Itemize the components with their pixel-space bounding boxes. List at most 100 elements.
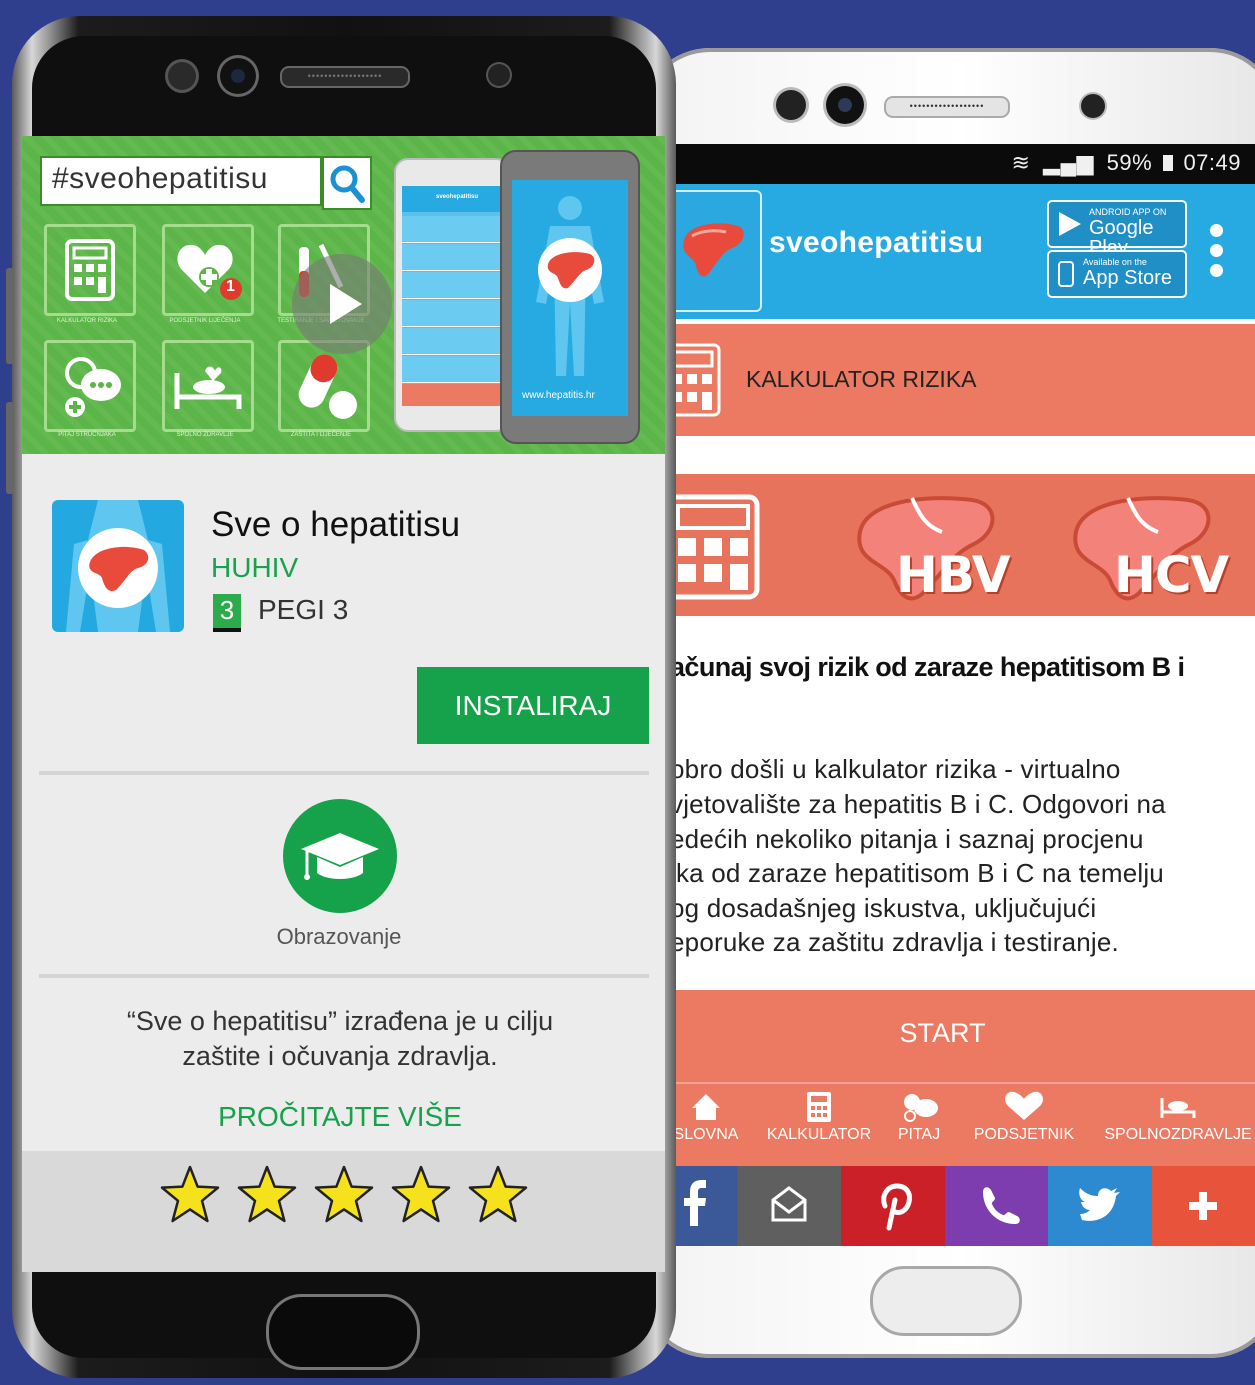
nav-item-spolnozdravlje[interactable]: SPOLNOZDRAVLJE <box>1094 1084 1255 1144</box>
mini-menu-row <box>402 244 502 271</box>
right-phone-screen: ≋ ▂▄▆ 59% 07:49 sveohepatitisu ANDROID A… <box>674 144 1255 1246</box>
mini-brand-bar: sveohepatitisu <box>402 186 502 212</box>
star-icon <box>160 1165 220 1223</box>
plus-icon <box>1189 1192 1217 1220</box>
chat-person-icon <box>904 1094 938 1122</box>
tile-caption: PITAJ STRUČNJAKA <box>58 432 116 438</box>
power-button[interactable] <box>6 402 14 494</box>
left-proximity-sensor <box>488 64 510 86</box>
app-developer[interactable]: HUHIV <box>211 552 298 584</box>
hashtag-search-box: #sveohepatitisu <box>40 156 322 206</box>
overflow-menu-icon[interactable] <box>1208 222 1224 282</box>
app-store-badge[interactable]: Available on the App Store <box>1047 250 1187 298</box>
star-icon <box>468 1165 528 1223</box>
more-share-button[interactable] <box>1152 1166 1255 1246</box>
rating-stars[interactable] <box>22 1151 665 1272</box>
nav-label: KALKULATOR <box>766 1126 872 1143</box>
status-indicators: ≋ ▂▄▆ 59% 07:49 <box>1012 150 1241 176</box>
start-button[interactable]: START <box>674 990 1255 1082</box>
right-speaker-grille: •••••••••••••••••• <box>884 96 1010 118</box>
calculator-icon <box>674 343 721 417</box>
intro-line: ika od zaraze hepatitisom B i C na temel… <box>674 858 1164 888</box>
phone-icon <box>1058 261 1074 287</box>
nav-item-pitaj[interactable]: PITAJ <box>888 1084 950 1144</box>
pinterest-button[interactable] <box>841 1166 945 1246</box>
hbv-label: HBV <box>896 546 1011 604</box>
body-silhouette-icon <box>536 196 604 376</box>
mini-phone-screen: sveohepatitisu <box>402 186 502 406</box>
social-share-bar <box>674 1166 1255 1246</box>
kalkulator-rizika-label: KALKULATOR RIZIKA <box>746 366 977 392</box>
pegi-badge: 3 <box>213 594 241 632</box>
tile-caption: ZAŠTITA I LIJEČENJE <box>290 432 352 438</box>
app-logo[interactable] <box>674 190 762 312</box>
intro-line: og dosadašnjeg iskustva, uključujući <box>674 893 1097 923</box>
facebook-icon <box>684 1180 706 1226</box>
heart-icon <box>1005 1091 1043 1120</box>
bottom-nav: SLOVNA KALKULATOR PITAJ PODSJETNIK SPOLN… <box>674 1082 1255 1166</box>
intro-line: obro došli u kalkulator rizika - virtual… <box>674 754 1121 784</box>
mini-phone-menu: sveohepatitisu <box>394 158 510 432</box>
search-icon <box>322 156 372 210</box>
install-button[interactable]: INSTALIRAJ <box>417 667 649 744</box>
read-more-link[interactable]: PROČITAJTE VIŠE <box>40 1101 640 1133</box>
mini-menu-row <box>402 356 502 383</box>
play-icon <box>330 284 362 324</box>
right-proximity-sensor <box>1081 94 1105 118</box>
nav-label: PITAJ <box>897 1126 941 1143</box>
right-sensor <box>776 90 806 120</box>
category-label: Obrazovanje <box>276 924 402 949</box>
calculator-heading: ačunaj svoj rizik od zaraze hepatitisom … <box>674 652 1185 682</box>
nav-item-naslovna[interactable]: SLOVNA <box>674 1084 746 1144</box>
left-front-camera <box>220 58 256 94</box>
calculator-tile-icon <box>44 224 136 316</box>
home-icon <box>692 1094 720 1120</box>
category-badge[interactable] <box>283 799 397 913</box>
bed-tile-icon <box>162 340 254 432</box>
hashtag-text: #sveohepatitisu <box>52 162 268 195</box>
play-video-button[interactable] <box>292 254 392 354</box>
battery-icon <box>1162 155 1173 171</box>
app-bar: sveohepatitisu ANDROID APP ON Google Pla… <box>674 184 1255 319</box>
pegi-rating: PEGI 3 <box>258 594 349 625</box>
nav-label: SLOVNA <box>674 1126 739 1143</box>
liver-app-icon <box>66 500 170 632</box>
facebook-button[interactable] <box>674 1166 737 1246</box>
nav-item-podsjetnik[interactable]: PODSJETNIK <box>966 1084 1082 1144</box>
twitter-button[interactable] <box>1048 1166 1152 1246</box>
google-play-small-label: ANDROID APP ON <box>1089 207 1167 217</box>
calculator-large-icon <box>674 494 760 600</box>
clock: 07:49 <box>1183 150 1241 175</box>
promo-video-banner[interactable]: #sveohepatitisu 1 KALKULATOR RIZIKA PODS… <box>22 136 665 454</box>
nav-item-kalkulator[interactable]: KALKULATOR <box>758 1084 880 1144</box>
mini-phone-body: www.hepatitis.hr <box>500 150 640 444</box>
left-home-button[interactable] <box>266 1294 420 1370</box>
star-icon <box>391 1165 451 1223</box>
calculator-nav-icon <box>807 1092 831 1122</box>
email-button[interactable] <box>737 1166 841 1246</box>
viber-button[interactable] <box>945 1166 1048 1246</box>
heart-plus-tile-icon: 1 <box>162 224 254 316</box>
description-line: “Sve o hepatitisu” izrađena je u cilju <box>126 1006 554 1036</box>
viber-icon <box>983 1187 1020 1224</box>
google-play-icon <box>1059 212 1081 236</box>
nav-label: SPOLNOZDRAVLJE <box>1104 1126 1252 1143</box>
bed-icon <box>1160 1098 1196 1118</box>
app-title: Sve o hepatitisu <box>211 505 461 544</box>
app-brand: sveohepatitisu <box>769 226 984 259</box>
right-home-button[interactable] <box>870 1266 1022 1336</box>
kalkulator-rizika-bar[interactable]: KALKULATOR RIZIKA <box>674 324 1255 436</box>
google-play-badge[interactable]: ANDROID APP ON Google Play <box>1047 200 1187 258</box>
left-speaker-grille: •••••••••••••••••• <box>280 66 410 88</box>
description-line: zaštite i očuvanja zdravlja. <box>182 1041 498 1071</box>
intro-line: eporuke za zaštitu zdravlja i testiranje… <box>674 927 1119 957</box>
star-icon <box>237 1165 297 1223</box>
nav-label: PODSJETNIK <box>973 1126 1075 1143</box>
app-store-small-label: Available on the <box>1083 257 1147 267</box>
app-icon <box>52 500 184 632</box>
wifi-icon: ≋ <box>1011 150 1031 175</box>
volume-button[interactable] <box>6 268 14 364</box>
divider <box>39 974 649 978</box>
intro-line: edećih nekoliko pitanja i saznaj procjen… <box>674 824 1144 854</box>
start-label: START <box>899 1018 986 1048</box>
